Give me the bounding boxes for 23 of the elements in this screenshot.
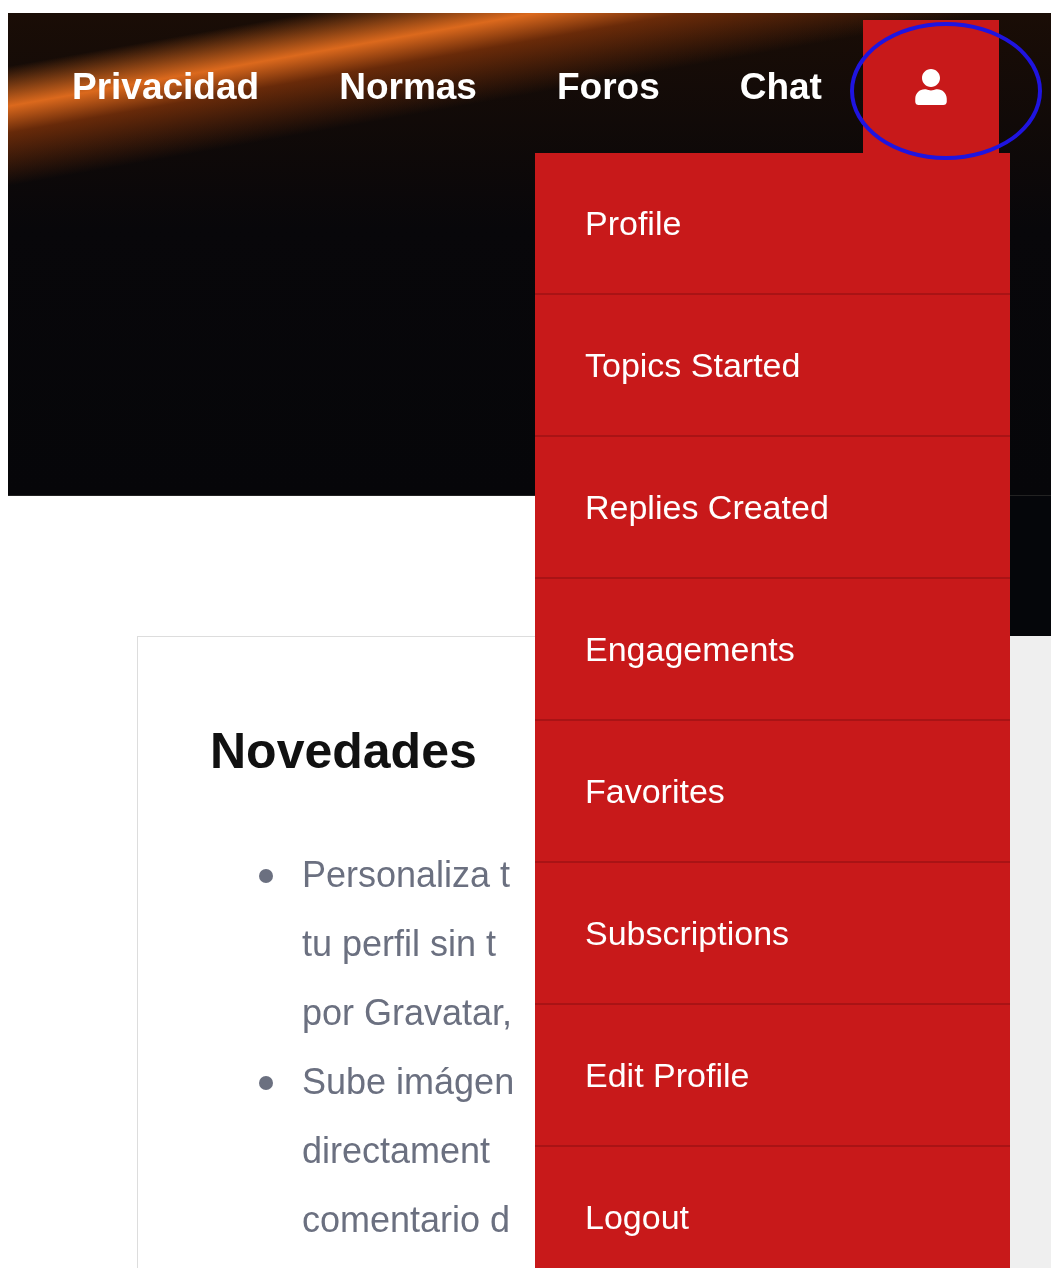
menu-item[interactable]: Subscriptions — [535, 863, 1010, 1005]
nav-link[interactable]: Foros — [556, 65, 660, 108]
menu-item[interactable]: Engagements — [535, 579, 1010, 721]
text-line: tu perfil sin t — [302, 922, 497, 966]
nav-link[interactable]: Chat — [739, 65, 822, 108]
nav-link[interactable]: Privacidad — [72, 65, 260, 108]
text-line: por Gravatar, — [302, 991, 513, 1035]
menu-item[interactable]: Topics Started — [535, 295, 1010, 437]
bullet-dot — [259, 1076, 273, 1090]
menu-item[interactable]: Favorites — [535, 721, 1010, 863]
text-line: directament — [302, 1129, 491, 1173]
text-line: Sube imágen — [302, 1060, 515, 1104]
menu-item[interactable]: Replies Created — [535, 437, 1010, 579]
section-title: Novedades — [210, 722, 478, 780]
menu-item[interactable]: Edit Profile — [535, 1005, 1010, 1147]
menu-item[interactable]: Logout — [535, 1147, 1010, 1268]
nav-link[interactable]: Normas — [339, 65, 477, 108]
menu-item[interactable]: Profile — [535, 153, 1010, 295]
user-icon — [912, 68, 949, 105]
bullet-dot — [259, 869, 273, 883]
text-line: comentario d — [302, 1198, 511, 1242]
text-line: Personaliza t — [302, 853, 511, 897]
user-menu-button[interactable] — [862, 20, 999, 153]
